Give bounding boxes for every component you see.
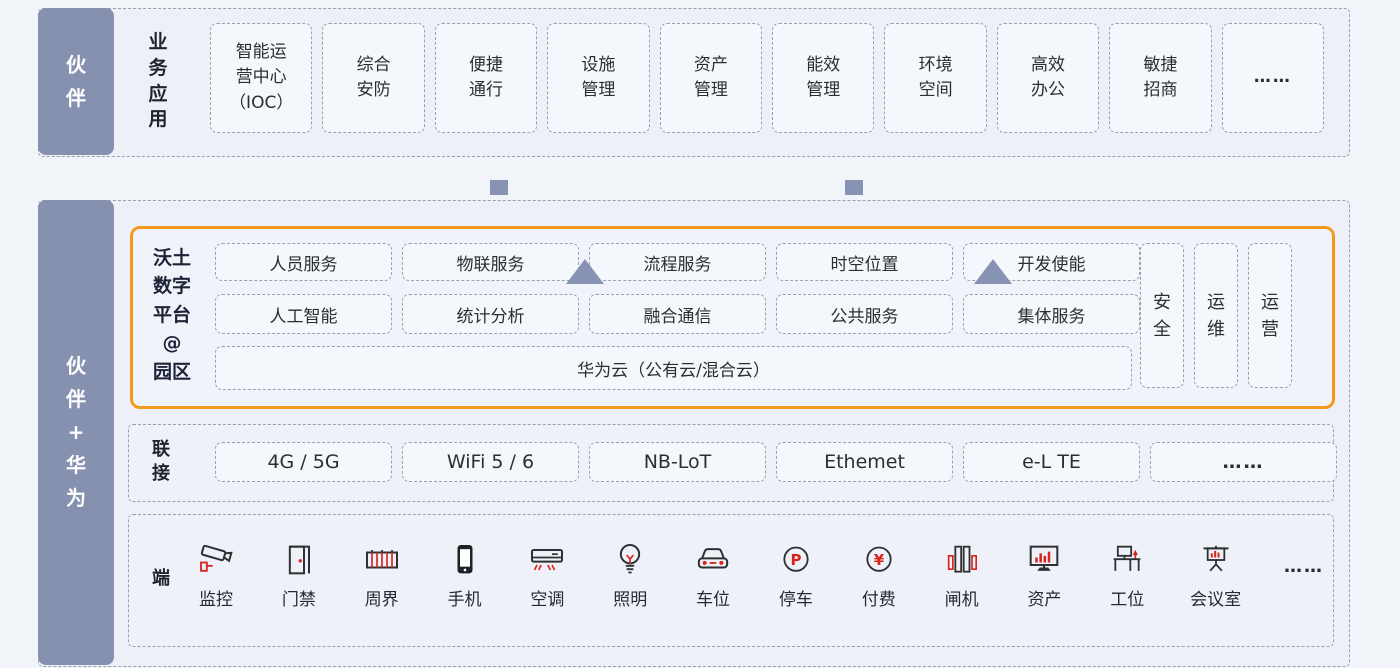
device-item-car: 车位 [693, 540, 733, 626]
car-icon [693, 540, 733, 580]
triangle-connector-left [566, 259, 604, 284]
platform-box-ai: 人工智能 [215, 294, 392, 334]
platform-box-collective: 集体服务 [963, 294, 1140, 334]
app-box-investment: 敏捷 招商 [1109, 23, 1211, 133]
app-box-facility: 设施 管理 [547, 23, 649, 133]
device-label: 闸机 [945, 585, 979, 610]
svg-text:P: P [790, 551, 801, 569]
devices-label: 端 [146, 514, 176, 645]
pillar-operation: 运 营 [1248, 243, 1292, 388]
bulb-icon [610, 540, 650, 580]
devices-ellipsis: …… [1284, 556, 1324, 626]
app-box-asset: 资产 管理 [660, 23, 762, 133]
digital-platform-label: 沃土 数字 平台 @ 园区 [134, 230, 210, 400]
partner-sidebar-top: 伙 伴 [38, 8, 114, 155]
device-label: 工位 [1110, 585, 1144, 610]
huawei-cloud-box: 华为云（公有云/混合云） [215, 346, 1132, 390]
connector-square-right [845, 180, 863, 195]
platform-box-location: 时空位置 [776, 243, 953, 281]
app-box-office: 高效 办公 [997, 23, 1099, 133]
connectivity-box-row: 4G / 5G WiFi 5 / 6 NB-LoT Ethemet e-L TE… [215, 442, 1337, 482]
devices-row: 监控 门禁 周界 手机 空调 [196, 540, 1324, 626]
business-apps-row-label: 业 务 应 用 [140, 8, 176, 155]
device-label: 会议室 [1190, 585, 1241, 610]
pillar-security: 安 全 [1140, 243, 1184, 388]
device-label: 周界 [365, 585, 399, 610]
platform-box-comms: 融合通信 [589, 294, 766, 334]
device-label: 空调 [530, 585, 564, 610]
device-item-gate: 闸机 [942, 540, 982, 626]
gate-icon [942, 540, 982, 580]
platform-box-process: 流程服务 [589, 243, 766, 281]
partner-huawei-sidebar: 伙 伴 + 华 为 [38, 200, 114, 665]
partner-sidebar-top-label: 伙 伴 [66, 49, 86, 115]
phone-icon [445, 540, 485, 580]
business-apps-box-row: 智能运 营中心 （IOC） 综合 安防 便捷 通行 设施 管理 资产 管理 能效… [210, 23, 1324, 133]
device-item-cctv: 监控 [196, 540, 236, 626]
device-label: 付费 [862, 585, 896, 610]
device-item-bulb: 照明 [610, 540, 650, 626]
platform-row-2: 人工智能 统计分析 融合通信 公共服务 集体服务 [215, 294, 1140, 334]
door-icon [279, 540, 319, 580]
conn-box-more: …… [1150, 442, 1337, 482]
app-box-more: …… [1222, 23, 1324, 133]
app-box-energy: 能效 管理 [772, 23, 874, 133]
conn-box-nbiot: NB-LoT [589, 442, 766, 482]
device-label: 照明 [613, 585, 647, 610]
device-item-asset: 资产 [1024, 540, 1064, 626]
ac-icon [527, 540, 567, 580]
platform-box-stats: 统计分析 [402, 294, 579, 334]
connector-square-left [490, 180, 508, 195]
device-label: 停车 [779, 585, 813, 610]
device-label: 门禁 [282, 585, 316, 610]
connectivity-label: 联 接 [146, 424, 176, 500]
fence-icon [362, 540, 402, 580]
asset-icon [1024, 540, 1064, 580]
device-item-door: 门禁 [279, 540, 319, 626]
platform-box-people: 人员服务 [215, 243, 392, 281]
device-label: 手机 [448, 585, 482, 610]
device-item-desk: 工位 [1107, 540, 1147, 626]
device-label: 资产 [1027, 585, 1061, 610]
device-item-phone: 手机 [445, 540, 485, 626]
svg-text:¥: ¥ [874, 551, 885, 569]
conn-box-4g5g: 4G / 5G [215, 442, 392, 482]
app-box-ioc: 智能运 营中心 （IOC） [210, 23, 312, 133]
triangle-connector-right [974, 259, 1012, 284]
conn-box-wifi: WiFi 5 / 6 [402, 442, 579, 482]
platform-pillars: 安 全 运 维 运 营 [1140, 243, 1292, 388]
device-item-fence: 周界 [362, 540, 402, 626]
app-box-environment: 环境 空间 [884, 23, 986, 133]
partner-huawei-sidebar-label: 伙 伴 + 华 为 [66, 350, 86, 515]
app-box-security: 综合 安防 [322, 23, 424, 133]
device-label: 车位 [696, 585, 730, 610]
conn-box-elte: e-L TE [963, 442, 1140, 482]
platform-box-public: 公共服务 [776, 294, 953, 334]
conn-box-ethernet: Ethemet [776, 442, 953, 482]
device-item-ac: 空调 [527, 540, 567, 626]
platform-box-iot: 物联服务 [402, 243, 579, 281]
app-box-access: 便捷 通行 [435, 23, 537, 133]
device-item-meeting: 会议室 [1190, 540, 1241, 626]
parking-icon: P [776, 540, 816, 580]
cctv-icon [196, 540, 236, 580]
meeting-icon [1196, 540, 1236, 580]
device-item-pay: ¥ 付费 [859, 540, 899, 626]
device-label: 监控 [199, 585, 233, 610]
pillar-maintenance: 运 维 [1194, 243, 1238, 388]
pay-icon: ¥ [859, 540, 899, 580]
desk-icon [1107, 540, 1147, 580]
device-item-parking: P 停车 [776, 540, 816, 626]
